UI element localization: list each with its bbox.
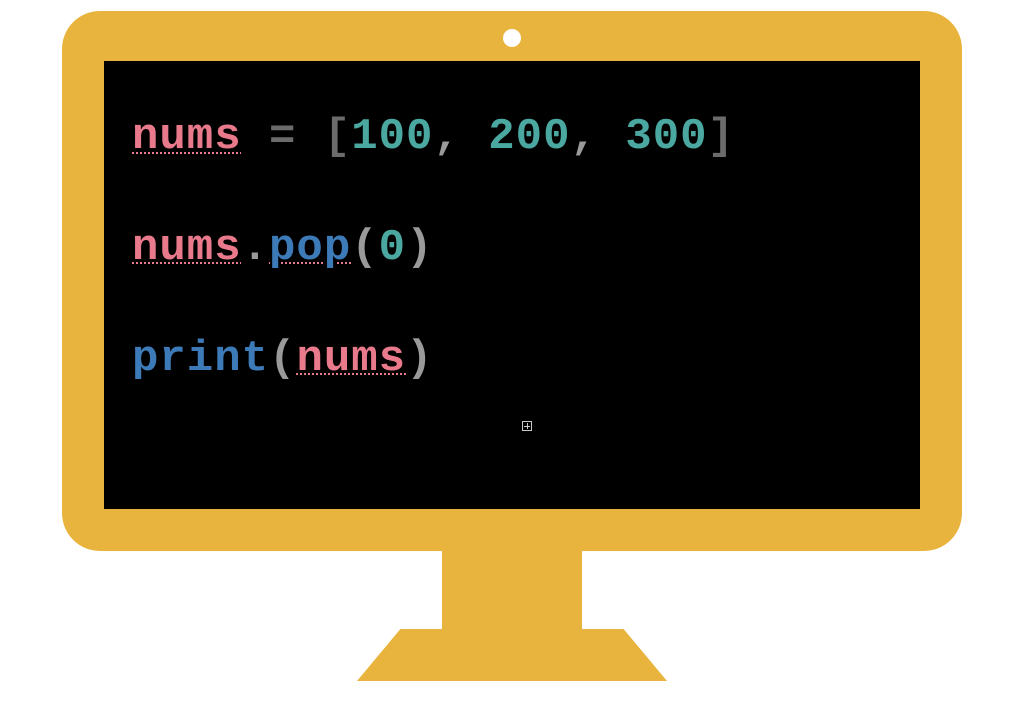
token-paren: ) bbox=[406, 334, 433, 384]
cursor-icon bbox=[522, 421, 532, 431]
token-variable: nums bbox=[296, 334, 406, 384]
monitor-frame: nums = [100, 200, 300] nums.pop(0) print… bbox=[62, 11, 962, 551]
code-screen: nums = [100, 200, 300] nums.pop(0) print… bbox=[104, 61, 920, 509]
monitor-illustration: nums = [100, 200, 300] nums.pop(0) print… bbox=[62, 11, 962, 691]
token-variable: nums bbox=[132, 112, 242, 162]
code-line-1: nums = [100, 200, 300] bbox=[132, 111, 892, 164]
token-bracket: ] bbox=[708, 112, 735, 162]
token-bracket: [ bbox=[324, 112, 351, 162]
token-comma: , bbox=[571, 112, 626, 162]
token-paren: ) bbox=[406, 223, 433, 273]
token-builtin: print bbox=[132, 334, 269, 384]
token-operator: = bbox=[242, 112, 324, 162]
token-paren: ( bbox=[351, 223, 378, 273]
token-dot: . bbox=[242, 223, 269, 273]
token-number: 200 bbox=[488, 112, 570, 162]
code-line-2: nums.pop(0) bbox=[132, 222, 892, 275]
token-number: 300 bbox=[625, 112, 707, 162]
monitor-base bbox=[357, 629, 667, 681]
token-number: 100 bbox=[351, 112, 433, 162]
code-line-3: print(nums) bbox=[132, 333, 892, 386]
token-variable: nums bbox=[132, 223, 242, 273]
token-method: pop bbox=[269, 223, 351, 273]
token-comma: , bbox=[433, 112, 488, 162]
token-number: 0 bbox=[379, 223, 406, 273]
camera-icon bbox=[503, 29, 521, 47]
token-paren: ( bbox=[269, 334, 296, 384]
